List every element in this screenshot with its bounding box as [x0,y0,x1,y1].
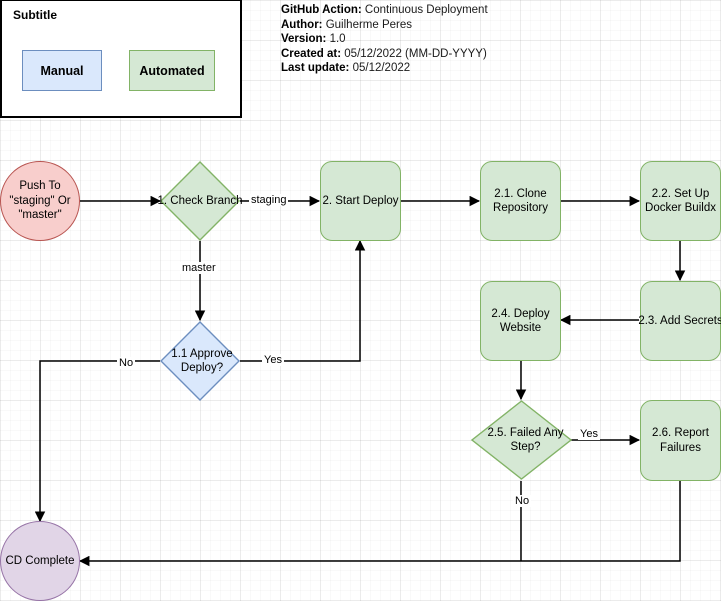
node-start-deploy-label: 2. Start Deploy [322,194,399,207]
node-report-failures[interactable]: 2.6. Report Failures [640,400,721,481]
node-setup-docker-buildx[interactable]: 2.2. Set Up Docker Buildx [640,161,721,241]
meta-action-key: GitHub Action: [281,4,362,16]
edge-label-staging: staging [249,194,289,206]
node-cd-complete[interactable]: CD Complete [0,521,80,601]
node-clone-repository-label: 2.1. Clone Repository [493,187,548,214]
node-deploy-website-label: 2.4. Deploy Website [491,307,550,334]
document-metadata: GitHub Action: Continuous Deployment Aut… [281,3,488,76]
edge-bottom-rail-to-cdcomplete [78,481,681,567]
node-setup-docker-buildx-label: 2.2. Set Up Docker Buildx [645,187,716,214]
meta-updated-key: Last update: [281,62,350,75]
meta-row-version: Version: 1.0 [281,32,488,47]
legend-automated-swatch: Automated [129,50,215,91]
meta-row-updated: Last update: 05/12/2022 [281,61,488,76]
node-approve-deploy-label: 1.1 Approve Deploy? [160,321,244,401]
node-deploy-website[interactable]: 2.4. Deploy Website [480,281,561,361]
meta-created-value: 05/12/2022 (MM-DD-YYYY) [344,47,487,60]
node-push-to-branch[interactable]: Push To "staging" Or "master" [0,161,80,241]
node-cd-complete-label: CD Complete [5,554,75,567]
meta-row-action: GitHub Action: Continuous Deployment [281,3,488,18]
legend-automated-label: Automated [139,63,205,78]
failed-any-step-text: 2.5. Failed Any Step? [487,426,564,453]
node-failed-any-step[interactable]: 2.5. Failed Any Step? [471,400,572,480]
node-report-failures-label: 2.6. Report Failures [652,427,709,454]
node-approve-deploy[interactable]: 1.1 Approve Deploy? [160,321,240,401]
edge-label-failed-yes: Yes [578,428,600,440]
node-add-secrets-label: 2.3. Add Secrets [638,314,721,327]
node-failed-any-step-label: 2.5. Failed Any Step? [471,400,580,480]
node-push-to-branch-label: Push To "staging" Or "master" [9,180,71,222]
legend-title: Subtitle [13,8,57,22]
meta-version-key: Version: [281,33,327,46]
node-clone-repository[interactable]: 2.1. Clone Repository [480,161,561,241]
edge-label-approve-yes: Yes [262,354,284,366]
edge-approve-yes-to-startdeploy [240,239,366,362]
node-add-secrets[interactable]: 2.3. Add Secrets [638,281,721,361]
meta-action-value: Continuous Deployment [364,4,488,16]
meta-author-key: Author: [281,18,323,31]
meta-created-key: Created at: [281,47,342,60]
node-start-deploy[interactable]: 2. Start Deploy [320,161,401,241]
edge-approve-no-to-cdcomplete [34,360,160,523]
legend-manual-label: Manual [40,63,84,78]
node-check-branch-label: 1. Check Branch [157,194,243,207]
edge-label-failed-no: No [513,495,532,507]
flowchart-canvas: Subtitle Manual Automated GitHub Action:… [0,0,721,601]
legend-manual-swatch: Manual [22,50,102,91]
meta-author-value: Guilherme Peres [325,18,413,31]
edge-label-approve-no: No [117,357,136,369]
meta-row-author: Author: Guilherme Peres [281,18,488,33]
meta-row-created: Created at: 05/12/2022 (MM-DD-YYYY) [281,47,488,62]
legend-panel: Subtitle Manual Automated [0,0,242,118]
meta-version-value: 1.0 [329,33,346,46]
meta-updated-value: 05/12/2022 [352,62,411,75]
approve-deploy-text: 1.1 Approve Deploy? [171,347,233,374]
node-check-branch[interactable]: 1. Check Branch [157,161,243,241]
edge-label-master: master [180,262,218,274]
